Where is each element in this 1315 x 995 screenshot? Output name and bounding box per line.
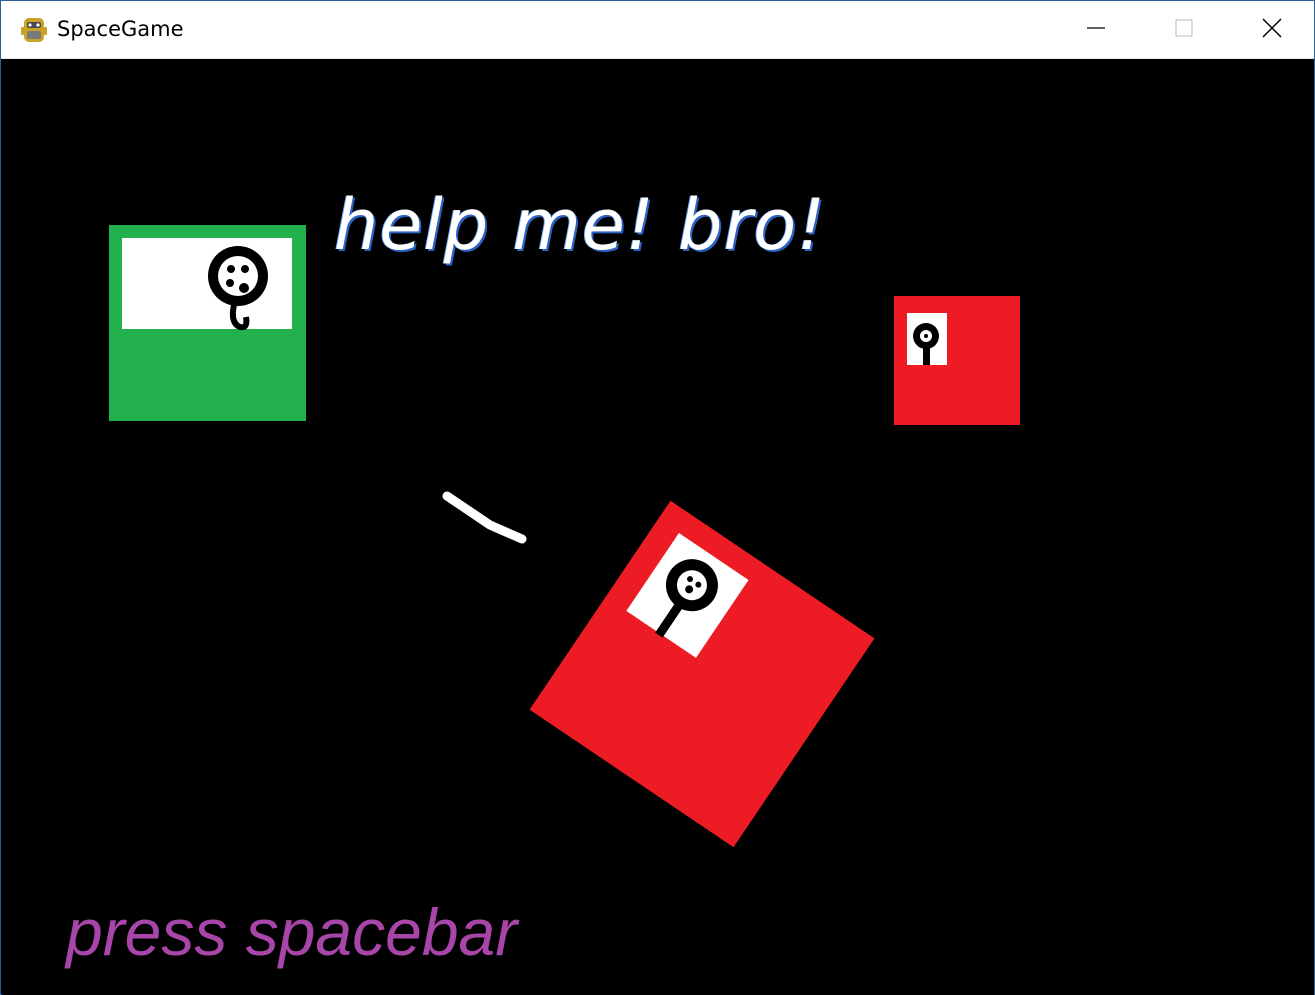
game-window: SpaceGame help me! bro! press spacebar (0, 0, 1315, 995)
python-snake-icon (19, 15, 49, 45)
help-message: help me! bro! (334, 184, 827, 266)
enemy-sprite-large (529, 500, 875, 848)
maximize-icon (1174, 18, 1194, 42)
player-sprite (109, 225, 306, 421)
game-canvas[interactable]: help me! bro! press spacebar (2, 59, 1314, 995)
window-title: SpaceGame (57, 17, 184, 41)
minimize-icon (1086, 18, 1106, 42)
maximize-button[interactable] (1140, 1, 1228, 59)
enemy-sprite-small (894, 296, 1020, 425)
title-bar[interactable]: SpaceGame (1, 1, 1314, 59)
press-spacebar-prompt: press spacebar (66, 895, 518, 969)
projectile-stick (442, 491, 527, 544)
close-icon (1261, 17, 1283, 43)
close-button[interactable] (1228, 1, 1315, 59)
minimize-button[interactable] (1052, 1, 1140, 59)
